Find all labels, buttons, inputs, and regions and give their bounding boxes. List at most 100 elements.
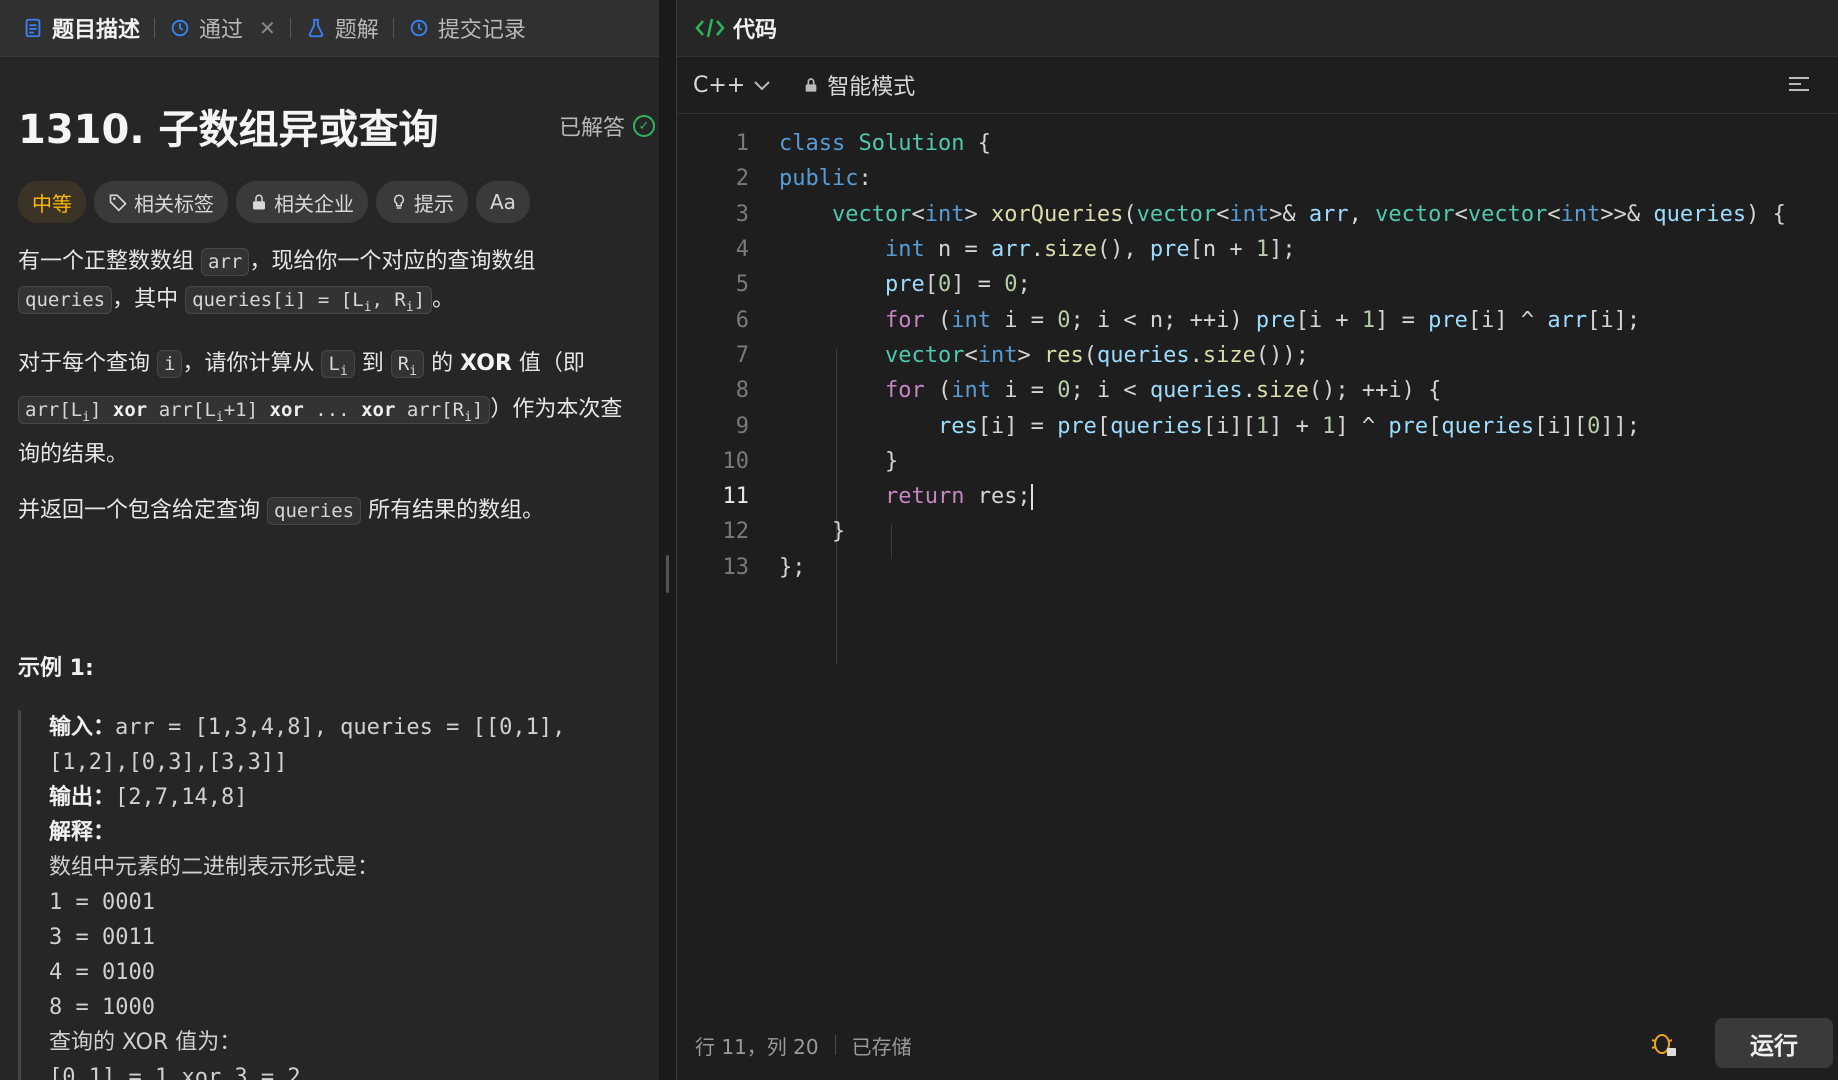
translate-button[interactable]: Aa <box>476 181 530 223</box>
language-label: C++ <box>693 72 746 98</box>
code-line: 9 res[i] = pre[queries[i][1] + 1] ^ pre[… <box>677 408 1838 443</box>
subscript: i <box>339 363 348 379</box>
format-icon[interactable] <box>1787 75 1811 95</box>
explain-line: 数组中元素的二进制表示形式是： <box>49 855 380 881</box>
drag-handle[interactable] <box>666 555 669 593</box>
solved-label: 已解答 <box>558 116 625 141</box>
problem-content: 1310. 子数组异或查询 已解答 ✓ 中等 相关标签 相关企业 提示 Aa 有… <box>0 97 659 1080</box>
problem-title[interactable]: 1310. 子数组异或查询 <box>18 97 438 155</box>
flask-icon <box>308 18 324 38</box>
input-value-cont: [1,2],[0,3],[3,3]] <box>49 750 288 776</box>
subscript: i <box>82 409 91 425</box>
check-icon: ✓ <box>633 115 655 137</box>
code-line: 7 vector<int> res(queries.size()); <box>677 338 1838 373</box>
subscript: i <box>464 409 472 425</box>
code-line: 4 int n = arr.size(), pre[n + 1]; <box>677 232 1838 267</box>
problem-panel: 题目描述 通过 ✕ 题解 提交记录 1310. 子数组异或查询 已解答 ✓ 中等 <box>0 0 659 1080</box>
example-block: 输入：arr = [1,3,4,8], queries = [[0,1], [1… <box>18 710 641 1080</box>
desc-paragraph-3: 并返回一个包含给定查询 queries 所有结果的数组。 <box>18 492 641 530</box>
related-tags-button[interactable]: 相关标签 <box>94 181 228 223</box>
code-editor[interactable]: 1 class Solution { 2 public: 3 vector<int>… <box>677 114 1838 664</box>
inline-code: Ri <box>390 349 425 379</box>
code-panel: 代码 C++ 智能模式 1 class Solution { 2 public: 3… <box>676 0 1838 1080</box>
code-line: 8 for (int i = 0; i < queries.size(); ++… <box>677 373 1838 408</box>
history-icon <box>171 19 189 37</box>
code-icon <box>695 18 725 38</box>
related-tags-label: 相关标签 <box>134 191 214 216</box>
tab-solutions[interactable]: 题解 <box>295 0 389 56</box>
line-number: 2 <box>735 166 749 192</box>
line-number: 10 <box>722 448 750 474</box>
line-number: 12 <box>722 519 750 545</box>
smart-mode-toggle[interactable]: 智能模式 <box>803 69 915 101</box>
text-cursor <box>1030 483 1033 510</box>
tag-icon <box>109 194 127 212</box>
related-companies-button[interactable]: 相关企业 <box>236 181 368 223</box>
solved-status: 已解答 ✓ <box>559 110 655 142</box>
tab-solutions-label: 题解 <box>334 18 379 43</box>
line-number: 6 <box>735 307 749 333</box>
code-line: 10 } <box>677 444 1838 479</box>
text: 值（即 <box>518 350 585 376</box>
text: ，现给你一个对应的查询数组 <box>249 249 536 274</box>
explain-line: [0,1] = 1 xor 3 = 2 <box>49 1065 301 1080</box>
close-icon[interactable]: ✕ <box>259 16 276 40</box>
code-line-current: 11 return res; <box>677 479 1838 514</box>
input-label: 输入： <box>49 715 116 741</box>
code-title: 代码 <box>733 18 778 43</box>
translate-icon: Aa <box>490 190 516 214</box>
text: 有一个正整数数组 <box>18 249 195 274</box>
status-divider <box>834 1035 836 1055</box>
explain-line: 8 = 1000 <box>49 995 155 1021</box>
inline-code: arr <box>201 248 250 276</box>
tab-submissions-label: 提交记录 <box>437 18 526 43</box>
code-keyword: xor <box>269 398 304 421</box>
debug-icon[interactable] <box>1649 1028 1679 1058</box>
subscript: i <box>409 363 418 379</box>
run-button[interactable]: 运行 <box>1715 1018 1833 1068</box>
editor-toolbar: C++ 智能模式 <box>677 57 1838 114</box>
code-text: queries[i] = [L <box>192 289 364 311</box>
indent-guide <box>891 524 892 559</box>
lock-icon <box>253 194 265 210</box>
inline-code: queries[i] = [Li, Ri] <box>185 286 433 315</box>
difficulty-badge: 中等 <box>18 181 86 223</box>
line-number: 13 <box>722 554 750 580</box>
code-keyword: xor <box>361 398 396 421</box>
problem-description: 有一个正整数数组 arr ，现给你一个对应的查询数组queries ，其中 quer… <box>18 243 641 530</box>
tab-description[interactable]: 题目描述 <box>12 0 150 56</box>
code-text: ... <box>315 398 350 421</box>
xor-emphasis: XOR <box>460 350 512 376</box>
hint-label: 提示 <box>414 191 454 216</box>
subscript: i <box>215 409 224 425</box>
explain-line: 查询的 XOR 值为： <box>49 1030 242 1056</box>
language-select[interactable]: C++ <box>693 73 771 98</box>
code-line: 13}; <box>677 550 1838 585</box>
tab-submissions[interactable]: 提交记录 <box>398 0 536 56</box>
inline-code: arr[Li] xor arr[Li+1] xor ... xor arr[Ri… <box>18 395 491 425</box>
explain-line: 4 = 0100 <box>49 960 155 986</box>
text: 到 <box>361 350 384 376</box>
output-label: 输出： <box>49 785 116 811</box>
smart-mode-label: 智能模式 <box>827 75 916 100</box>
panel-splitter[interactable] <box>659 0 676 1080</box>
tab-divider <box>289 18 291 38</box>
code-text: +1] <box>223 398 259 421</box>
tab-passed[interactable]: 通过 ✕ <box>159 0 286 56</box>
hint-button[interactable]: 提示 <box>376 181 468 223</box>
tag-row: 中等 相关标签 相关企业 提示 Aa <box>18 181 641 223</box>
chevron-down-icon <box>754 81 770 91</box>
code-text: ] <box>413 289 426 311</box>
text: ，其中 <box>112 287 179 312</box>
save-status: 已存储 <box>851 1034 912 1059</box>
history-icon <box>410 19 428 37</box>
desc-paragraph-2: 对于每个查询 i ，请你计算从 Li 到 Ri 的 XOR 值（即arr[Li] … <box>18 345 641 475</box>
lock-icon <box>805 78 817 92</box>
related-companies-label: 相关企业 <box>274 191 354 216</box>
line-number: 5 <box>735 272 749 298</box>
text: ，请你计算从 <box>182 350 315 376</box>
input-value: arr = [1,3,4,8], queries = [[0,1], <box>115 715 566 741</box>
code-line: 3 vector<int> xorQueries(vector<int>& ar… <box>677 197 1838 232</box>
text: 。 <box>432 287 455 312</box>
tab-divider <box>392 18 394 38</box>
